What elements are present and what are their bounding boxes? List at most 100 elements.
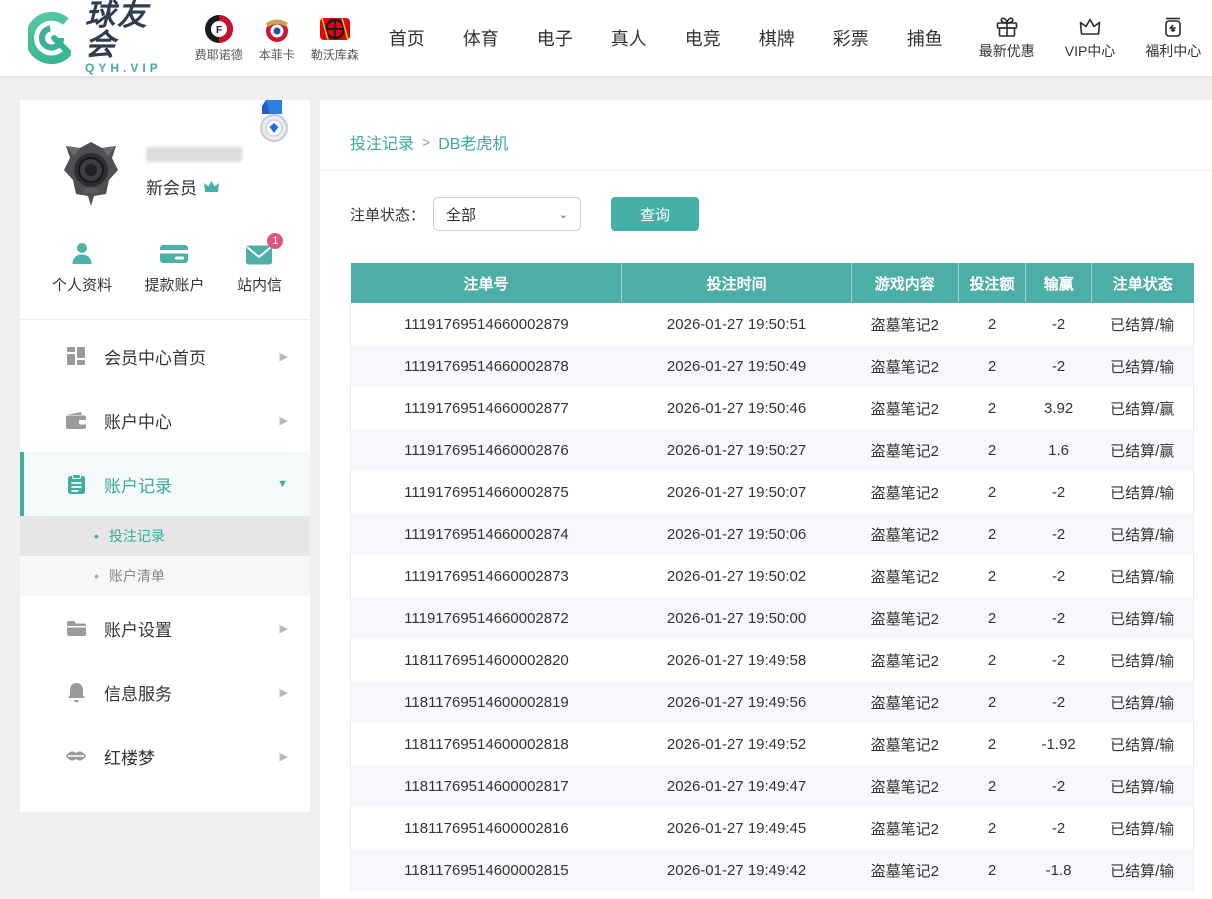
cell-bet-time: 2026-01-27 19:50:07 <box>622 471 851 513</box>
cell-win-loss: -2 <box>1026 303 1092 345</box>
cell-win-loss: -2 <box>1026 765 1092 807</box>
profile-level-label: 新会员 <box>146 174 197 199</box>
personal-info-action[interactable]: 个人资料 <box>52 240 112 295</box>
sidebar-item-message-service[interactable]: 信息服务 ▶ <box>20 660 310 724</box>
cell-bet-id: 11191769514660002878 <box>351 345 622 387</box>
cell-win-loss: -2 <box>1026 807 1092 849</box>
sidebar-item-account-records[interactable]: 账户记录 ▼ <box>20 452 310 516</box>
table-row: 11811769514600002815 2026-01-27 19:49:42… <box>351 849 1194 891</box>
col-header-bet-time: 投注时间 <box>622 263 851 303</box>
breadcrumb-current: DB老虎机 <box>438 130 508 154</box>
table-row: 11191769514660002874 2026-01-27 19:50:06… <box>351 513 1194 555</box>
cell-bet-id: 11811769514600002816 <box>351 807 622 849</box>
partner-label: 勒沃库森 <box>311 46 359 63</box>
inbox-action[interactable]: 1 站内信 <box>237 240 282 295</box>
clipboard-icon <box>64 474 88 495</box>
vip-center-link[interactable]: VIP中心 <box>1065 16 1116 61</box>
cell-bet-id: 11191769514660002879 <box>351 303 622 345</box>
query-button[interactable]: 查询 <box>611 197 699 231</box>
cell-status: 已结算/输 <box>1091 345 1193 387</box>
profile-emblem-avatar[interactable] <box>54 136 128 210</box>
nav-esports[interactable]: 电竞 <box>685 25 721 51</box>
bet-records-table: 注单号 投注时间 游戏内容 投注额 输赢 注单状态 11191769514660… <box>350 263 1194 891</box>
sidebar-item-label: 信息服务 <box>104 680 280 705</box>
cell-bet-time: 2026-01-27 19:50:49 <box>622 345 851 387</box>
bet-status-select[interactable]: 全部 ⌄ <box>433 197 581 231</box>
cell-bet-time: 2026-01-27 19:49:56 <box>622 681 851 723</box>
cell-stake: 2 <box>958 849 1025 891</box>
cell-bet-id: 11811769514600002818 <box>351 723 622 765</box>
cell-stake: 2 <box>958 555 1025 597</box>
promotions-link[interactable]: 最新优惠 <box>979 16 1035 61</box>
chevron-right-icon: ▶ <box>280 686 288 699</box>
welfare-center-link[interactable]: 福利中心 <box>1145 16 1201 61</box>
cell-stake: 2 <box>958 807 1025 849</box>
cell-win-loss: -2 <box>1026 513 1092 555</box>
withdraw-account-action[interactable]: 提款账户 <box>144 240 204 295</box>
profile-quick-actions: 个人资料 提款账户 1 <box>20 210 310 319</box>
brand-logo[interactable]: 球友会 QYH.VIP <box>28 1 169 75</box>
cell-stake: 2 <box>958 723 1025 765</box>
cell-bet-time: 2026-01-27 19:50:00 <box>622 597 851 639</box>
cell-game: 盗墓笔记2 <box>851 765 958 807</box>
nav-lottery[interactable]: 彩票 <box>833 25 869 51</box>
partner-feyenoord[interactable]: F 费耶诺德 <box>195 14 243 63</box>
partner-benfica[interactable]: 本菲卡 <box>259 14 295 63</box>
cell-stake: 2 <box>958 471 1025 513</box>
select-chevron-icon: ⌄ <box>559 208 568 221</box>
sidebar-item-hongloumeng[interactable]: 红楼梦 ▶ <box>20 724 310 788</box>
nav-home[interactable]: 首页 <box>389 25 425 51</box>
nav-fishing[interactable]: 捕鱼 <box>907 25 943 51</box>
feyenoord-crest-icon: F <box>204 14 234 44</box>
cell-bet-time: 2026-01-27 19:49:52 <box>622 723 851 765</box>
quick-links: 最新优惠 VIP中心 福利中心 <box>979 16 1202 61</box>
inbox-label: 站内信 <box>237 274 282 295</box>
sidebar-item-account-settings[interactable]: 账户设置 ▶ <box>20 596 310 660</box>
divider <box>20 319 310 320</box>
chevron-down-icon: ▼ <box>277 478 288 490</box>
filter-row: 注单状态： 全部 ⌄ 查询 <box>350 197 1182 231</box>
cell-bet-id: 11191769514660002872 <box>351 597 622 639</box>
grid-icon <box>64 346 88 366</box>
cell-status: 已结算/输 <box>1091 807 1193 849</box>
sidebar-subitem-bet-records[interactable]: • 投注记录 <box>20 516 310 556</box>
cell-game: 盗墓笔记2 <box>851 597 958 639</box>
sidebar-item-label: 会员中心首页 <box>104 344 280 369</box>
cell-status: 已结算/输 <box>1091 471 1193 513</box>
cell-win-loss: -1.92 <box>1026 723 1092 765</box>
cell-bet-id: 11811769514600002815 <box>351 849 622 891</box>
vip-center-label: VIP中心 <box>1065 41 1116 61</box>
breadcrumb-parent[interactable]: 投注记录 <box>350 130 414 154</box>
cell-bet-id: 11811769514600002819 <box>351 681 622 723</box>
cell-bet-id: 11811769514600002820 <box>351 639 622 681</box>
coin-jar-icon <box>1163 16 1183 38</box>
col-header-win-loss: 输赢 <box>1026 263 1092 303</box>
sidebar-subitem-account-statement[interactable]: • 账户清单 <box>20 556 310 596</box>
nav-sports[interactable]: 体育 <box>463 25 499 51</box>
cell-win-loss: -2 <box>1026 345 1092 387</box>
table-row: 11811769514600002817 2026-01-27 19:49:47… <box>351 765 1194 807</box>
cell-bet-time: 2026-01-27 19:49:45 <box>622 807 851 849</box>
cell-bet-id: 11811769514600002817 <box>351 765 622 807</box>
main-panel: 投注记录 > DB老虎机 注单状态： 全部 ⌄ 查询 注单号 投注时间 游戏内容… <box>320 100 1212 899</box>
table-header: 注单号 投注时间 游戏内容 投注额 输赢 注单状态 <box>351 263 1194 303</box>
nav-slots[interactable]: 电子 <box>537 25 573 51</box>
nav-live[interactable]: 真人 <box>611 25 647 51</box>
gift-icon <box>995 16 1019 38</box>
col-header-stake: 投注额 <box>958 263 1025 303</box>
cell-bet-id: 11191769514660002875 <box>351 471 622 513</box>
cell-status: 已结算/输 <box>1091 513 1193 555</box>
cell-stake: 2 <box>958 513 1025 555</box>
cell-status: 已结算/输 <box>1091 723 1193 765</box>
cell-stake: 2 <box>958 639 1025 681</box>
promotions-label: 最新优惠 <box>979 41 1035 61</box>
cell-win-loss: -2 <box>1026 681 1092 723</box>
sidebar-item-member-home[interactable]: 会员中心首页 ▶ <box>20 324 310 388</box>
partner-leverkusen[interactable]: 勒沃库森 <box>311 14 359 63</box>
nav-cards[interactable]: 棋牌 <box>759 25 795 51</box>
table-row: 11811769514600002819 2026-01-27 19:49:56… <box>351 681 1194 723</box>
bet-status-label: 注单状态： <box>350 204 425 225</box>
table-row: 11811769514600002818 2026-01-27 19:49:52… <box>351 723 1194 765</box>
sidebar-item-account-center[interactable]: 账户中心 ▶ <box>20 388 310 452</box>
table-body: 11191769514660002879 2026-01-27 19:50:51… <box>351 303 1194 891</box>
